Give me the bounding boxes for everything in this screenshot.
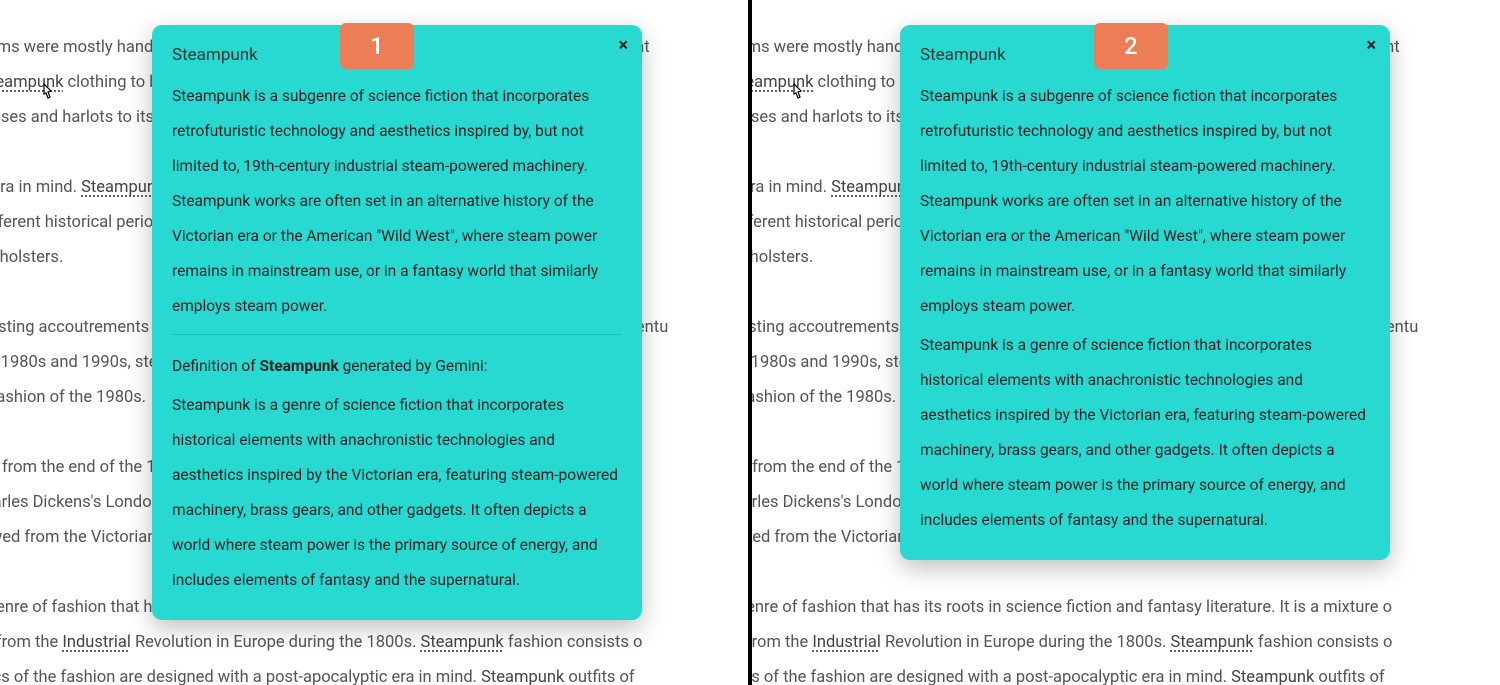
popover-paragraph: Steampunk is a subgenre of science ficti… [172, 79, 622, 324]
link-steampunk[interactable]: Steampunk [421, 633, 504, 652]
popover-paragraph: Steampunk is a subgenre of science ficti… [920, 79, 1370, 324]
vertical-divider [748, 0, 752, 685]
popover-divider [172, 334, 622, 335]
popover-definition-body: Steampunk is a genre of science fiction … [172, 388, 622, 598]
definition-popover: Steampunk × Steampunk is a subgenre of s… [900, 25, 1390, 560]
link-industrial[interactable]: Industrial [62, 633, 131, 652]
close-icon[interactable]: × [618, 35, 628, 56]
variant-badge: 1 [340, 23, 414, 69]
link-steampunk[interactable]: steampunk [0, 73, 63, 92]
popover-title: Steampunk [920, 45, 1006, 65]
popover-title: Steampunk [172, 45, 258, 65]
popover-definition-body: Steampunk is a genre of science fiction … [920, 328, 1370, 538]
close-icon[interactable]: × [1366, 35, 1376, 56]
link-steampunk[interactable]: Steampunk [1171, 633, 1254, 652]
variant-badge: 2 [1094, 23, 1168, 69]
link-industrial[interactable]: Industrial [812, 633, 881, 652]
definition-popover: Steampunk × Steampunk is a subgenre of s… [152, 25, 642, 620]
link-steampunk[interactable]: steampunk [750, 73, 813, 92]
link-steampunk[interactable]: Steampunk [481, 668, 564, 685]
popover-definition-heading: Definition of Steampunk generated by Gem… [172, 349, 622, 384]
link-steampunk[interactable]: Steampunk [1231, 668, 1314, 685]
